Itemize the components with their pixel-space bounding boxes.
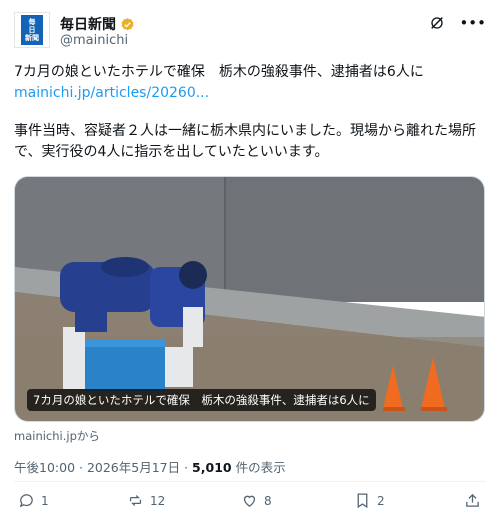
avatar[interactable]: 毎 日 新聞 [14,12,50,48]
bookmark-icon [357,493,368,509]
bookmark-count: 2 [377,493,385,508]
reply-count: 1 [41,493,49,508]
handle[interactable]: @mainichi [60,33,128,48]
repost-button[interactable]: 12 [127,492,165,509]
mainichi-logo: 毎 日 新聞 [21,15,43,45]
grok-icon[interactable] [429,15,445,31]
tweet-line-1: 7カ月の娘といたホテルで確保 栃木の強殺事件、逮捕者は6人に [14,64,424,80]
heart-icon [243,495,256,507]
more-icon[interactable]: ••• [459,14,486,32]
views-count: 5,010 [192,460,232,475]
share-button[interactable] [464,492,481,509]
tweet-body: 事件当時、容疑者２人は一緒に栃木県内にいました。現場から離れた場所 で、実行役の… [14,121,486,163]
article-link[interactable]: mainichi.jp/articles/20260... [14,83,486,104]
views-label: 件の表示 [231,460,286,475]
body-line-2: で、実行役の4人に指示を出していたといいます。 [14,144,329,160]
tweet-text: 7カ月の娘といたホテルで確保 栃木の強殺事件、逮捕者は6人に mainichi.… [14,62,486,104]
body-line-1: 事件当時、容疑者２人は一緒に栃木県内にいました。現場から離れた場所 [14,123,476,139]
repost-count: 12 [150,493,166,508]
like-button[interactable]: 8 [241,492,272,509]
reply-icon [19,494,33,508]
repost-icon [129,495,142,506]
share-icon [466,493,479,507]
card-source[interactable]: mainichi.jpから [14,428,100,444]
news-photo [15,177,484,421]
tweet-header: 毎 日 新聞 毎日新聞 @mainichi ••• [14,12,486,52]
timestamp[interactable]: 午後10:00 · 2026年5月17日 · [14,460,192,475]
verified-badge-icon [121,17,134,30]
reply-button[interactable]: 1 [18,492,49,509]
media-caption: 7カ月の娘といたホテルで確保 栃木の強殺事件、逮捕者は6人に [27,389,376,411]
like-count: 8 [264,493,272,508]
name-row: 毎日新聞 [60,14,135,34]
display-name[interactable]: 毎日新聞 [60,14,116,34]
tweet-meta: 午後10:00 · 2026年5月17日 · 5,010 件の表示 [14,457,286,476]
article-card-image[interactable]: 7カ月の娘といたホテルで確保 栃木の強殺事件、逮捕者は6人に [14,176,485,422]
divider [14,481,486,482]
header-actions: ••• [429,14,486,32]
bookmark-button[interactable]: 2 [354,492,385,509]
action-bar: 1 12 8 2 [14,492,486,516]
